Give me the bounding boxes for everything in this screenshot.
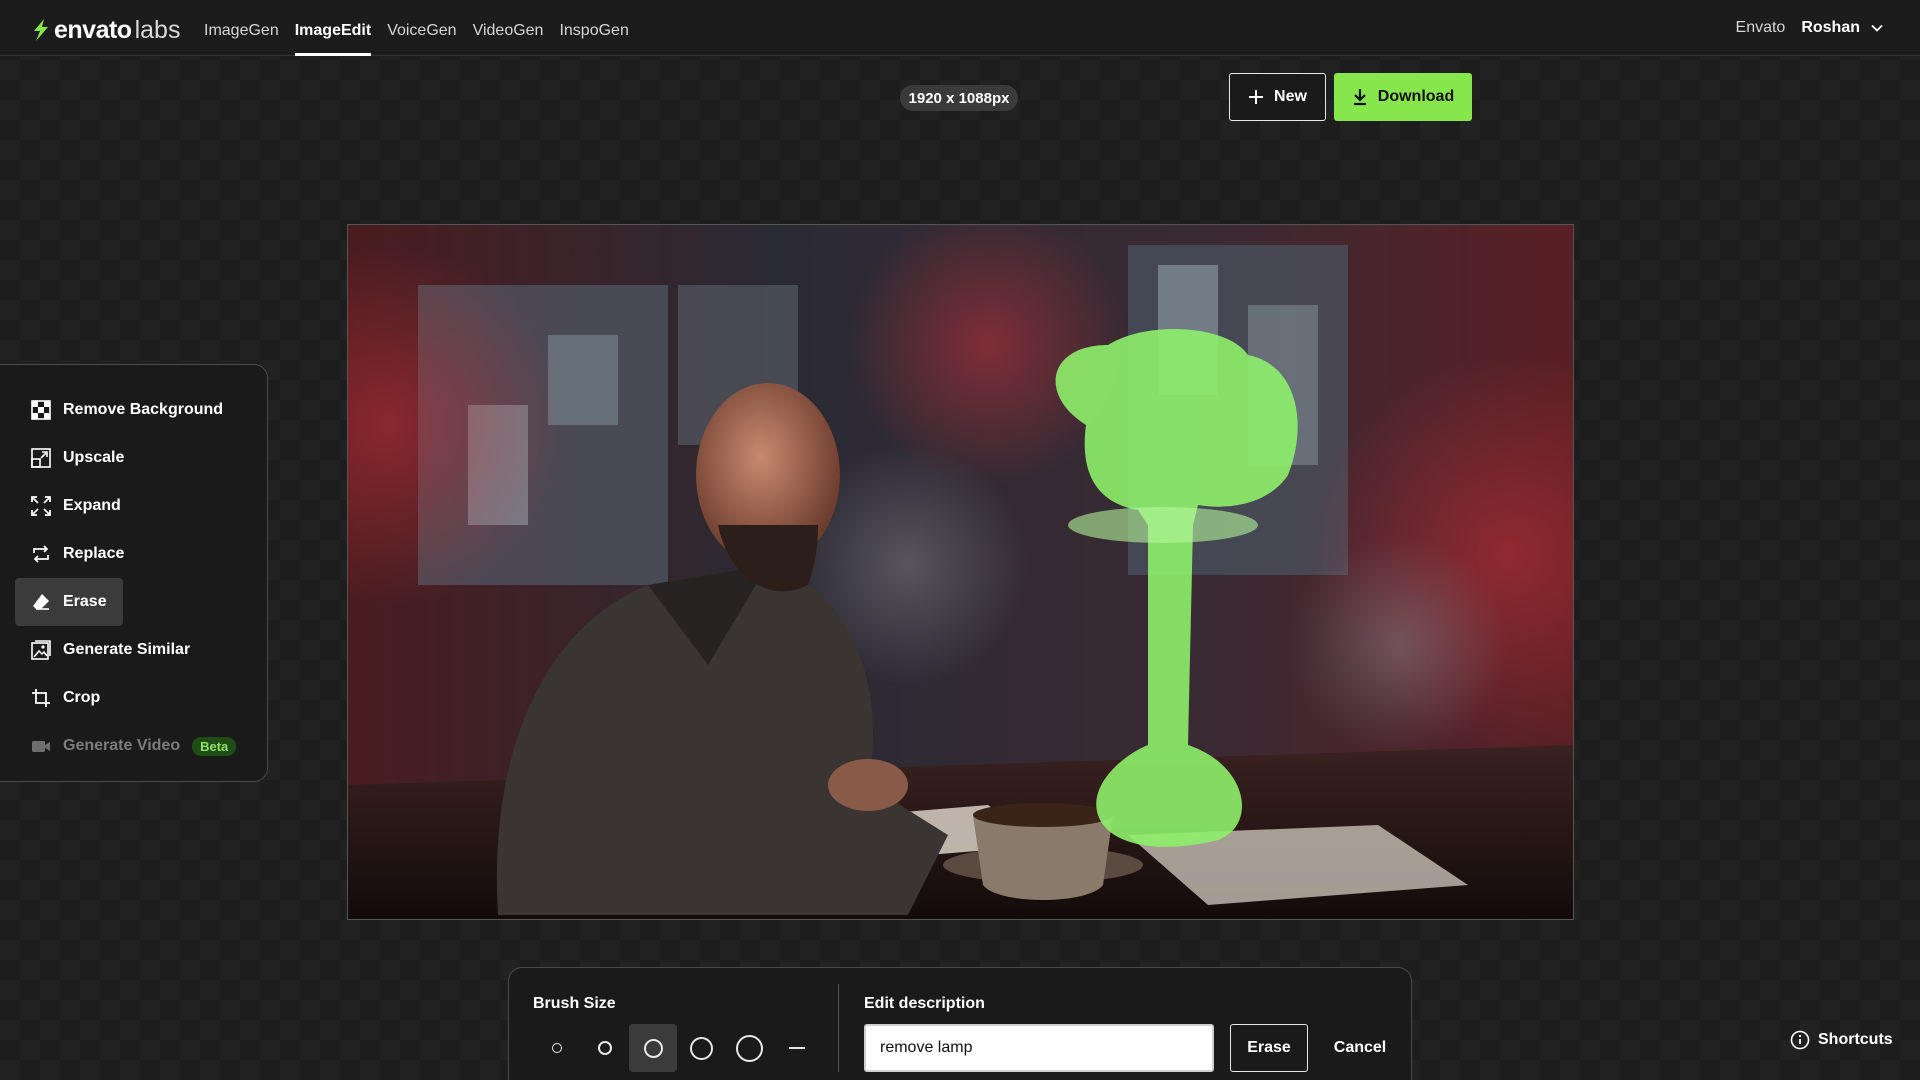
nav-voicegen[interactable]: VoiceGen: [379, 0, 464, 56]
download-button-label: Download: [1377, 88, 1455, 105]
tool-replace[interactable]: Replace: [15, 530, 140, 578]
eraser-icon: [33, 594, 49, 610]
nav-inspogen[interactable]: InspoGen: [551, 0, 636, 56]
brush-size-m[interactable]: [629, 1024, 677, 1072]
crop-icon: [32, 689, 50, 707]
brush-size-selector: [533, 1024, 821, 1072]
beta-badge: Beta: [192, 736, 237, 756]
erase-options-panel: Brush Size Edit description Erase Cancel: [508, 967, 1412, 1080]
tool-label: Expand: [63, 497, 121, 514]
user-menu[interactable]: Roshan: [1801, 19, 1884, 37]
tool-erase[interactable]: Erase: [15, 578, 123, 626]
cancel-button[interactable]: Cancel: [1322, 1024, 1398, 1072]
brand-suffix: labs: [134, 15, 181, 44]
replace-icon: [33, 545, 49, 563]
chevron-down-icon: [1871, 24, 1883, 32]
nav-imagegen[interactable]: ImageGen: [196, 0, 287, 56]
clear-brush-button[interactable]: [773, 1024, 821, 1072]
brush-size-label: Brush Size: [533, 995, 616, 1012]
new-button-label: New: [1274, 88, 1307, 105]
tool-crop[interactable]: Crop: [15, 674, 116, 722]
edit-canvas[interactable]: [347, 224, 1574, 920]
brush-circle-icon: [598, 1041, 612, 1055]
user-name: Roshan: [1801, 19, 1860, 36]
brush-circle-icon: [689, 1036, 713, 1060]
brush-size-l[interactable]: [677, 1024, 725, 1072]
minus-icon: [789, 1047, 805, 1049]
tool-label: Replace: [63, 545, 125, 562]
plus-icon: [1249, 90, 1264, 104]
brush-circle-icon: [552, 1043, 562, 1053]
tool-label: Remove Background: [63, 401, 224, 418]
new-button[interactable]: New: [1229, 73, 1326, 121]
expand-icon: [31, 496, 51, 516]
brush-size-s[interactable]: [581, 1024, 629, 1072]
tool-label: Generate Video: [63, 737, 181, 754]
leaf-logo-icon: [34, 19, 48, 41]
envato-link[interactable]: Envato: [1736, 19, 1786, 37]
nav-imageedit[interactable]: ImageEdit: [287, 0, 379, 56]
main-nav: ImageGen ImageEdit VoiceGen VideoGen Ins…: [196, 0, 637, 56]
shortcuts-button[interactable]: Shortcuts: [1790, 1026, 1893, 1054]
top-navigation-bar: envato labs ImageGen ImageEdit VoiceGen …: [0, 0, 1920, 56]
brush-size-xs[interactable]: [533, 1024, 581, 1072]
panel-divider: [838, 984, 839, 1072]
erase-button[interactable]: Erase: [1230, 1024, 1308, 1072]
tool-label: Upscale: [63, 449, 125, 466]
brush-circle-icon: [735, 1034, 763, 1062]
tool-label: Generate Similar: [63, 641, 191, 658]
tool-expand[interactable]: Expand: [15, 482, 137, 530]
video-icon: [32, 741, 50, 752]
edit-description-label: Edit description: [864, 995, 985, 1012]
download-icon: [1353, 89, 1366, 106]
cafe-photo: [348, 225, 1573, 919]
tool-generate-video: Generate Video Beta: [15, 722, 252, 770]
tool-label: Erase: [63, 593, 107, 610]
envato-labs-logo[interactable]: envato labs: [30, 16, 180, 44]
tool-remove-background[interactable]: Remove Background: [15, 386, 239, 434]
edit-description-input[interactable]: [864, 1024, 1214, 1072]
account-area: Envato Roshan: [1736, 0, 1884, 56]
image-dimensions-badge: 1920 x 1088px: [900, 85, 1018, 111]
tool-upscale[interactable]: Upscale: [15, 434, 140, 482]
download-button[interactable]: Download: [1334, 73, 1472, 121]
tool-generate-similar[interactable]: Generate Similar: [15, 626, 206, 674]
shortcuts-label: Shortcuts: [1818, 1031, 1893, 1048]
tool-label: Crop: [63, 689, 101, 706]
checkerboard-icon: [31, 400, 51, 420]
upscale-icon: [31, 448, 51, 468]
brush-size-xl[interactable]: [725, 1024, 773, 1072]
info-icon: [1790, 1030, 1810, 1050]
image-icon: [31, 640, 51, 660]
edit-tools-panel: Remove Background Upscale Expand Replace…: [0, 364, 268, 782]
nav-videogen[interactable]: VideoGen: [465, 0, 552, 56]
brush-circle-icon: [643, 1038, 663, 1058]
brand-name: envato: [54, 15, 132, 44]
